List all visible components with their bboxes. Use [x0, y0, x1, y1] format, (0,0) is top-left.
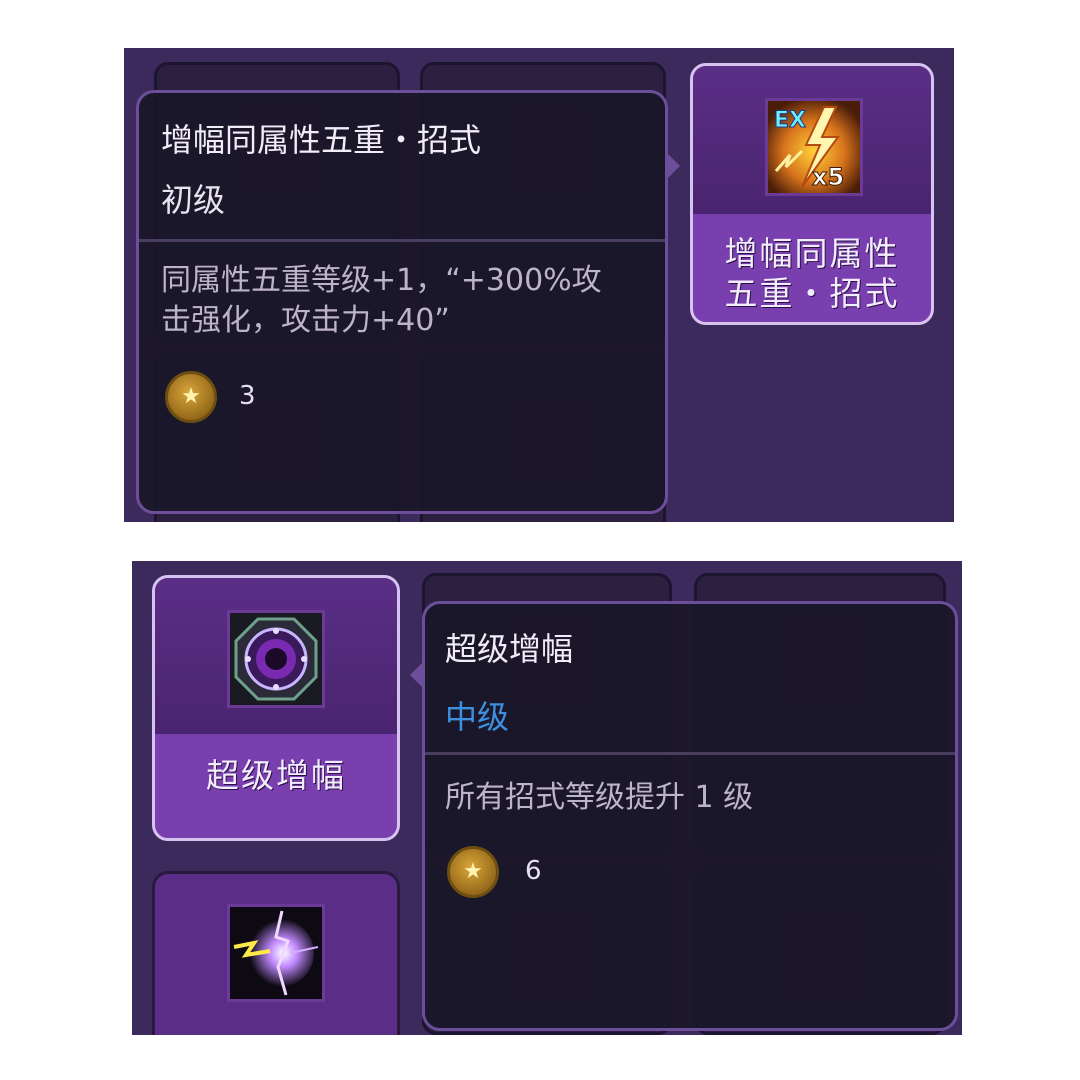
tooltip-cost: 6	[525, 856, 542, 886]
tooltip-level: 中级	[445, 698, 510, 736]
tooltip-divider	[425, 752, 955, 755]
skill-card-label-line2: 五重・招式	[724, 274, 900, 313]
tooltip-pointer	[666, 152, 680, 180]
skill-panel-top: EX x5 增幅同属性 五重・招式 增幅同属性五重・招式 初级 同属性五重等级+…	[124, 48, 954, 522]
selected-skill-card[interactable]: EX x5 增幅同属性 五重・招式	[690, 63, 934, 325]
tooltip-level: 初级	[161, 181, 226, 219]
purple-orb-icon	[230, 613, 322, 705]
stack-badge: x5	[812, 163, 844, 191]
skill-card-label: 超级增幅	[206, 756, 346, 795]
tooltip-description-line2: 击强化，攻击力+40”	[161, 303, 450, 338]
skill-card[interactable]	[152, 871, 400, 1035]
skill-tooltip: 增幅同属性五重・招式 初级 同属性五重等级+1，“+300%攻 击强化，攻击力+…	[136, 90, 668, 514]
skill-icon-frame	[227, 610, 325, 708]
lightning-strike-icon	[230, 907, 322, 999]
selected-skill-card[interactable]: 超级增幅	[152, 575, 400, 841]
tooltip-description: 所有招式等级提升 1 级	[445, 780, 754, 815]
skill-panel-bottom: 超级增幅 超级增幅 中级 所有招式等级提升 1 级 ★ 6	[132, 561, 962, 1035]
star-coin-icon: ★	[165, 371, 217, 423]
skill-icon-frame: EX x5	[765, 98, 863, 196]
ex-lightning-x5-icon: EX x5	[768, 101, 860, 193]
ex-badge: EX	[774, 108, 806, 133]
skill-icon-frame	[227, 904, 325, 1002]
tooltip-cost: 3	[239, 381, 256, 411]
star-coin-icon: ★	[447, 846, 499, 898]
tooltip-description-line1: 同属性五重等级+1，“+300%攻	[161, 263, 602, 298]
tooltip-divider	[139, 239, 665, 242]
skill-tooltip: 超级增幅 中级 所有招式等级提升 1 级 ★ 6	[422, 601, 958, 1031]
skill-card-label-line1: 增幅同属性	[724, 234, 900, 273]
tooltip-title: 超级增幅	[445, 630, 574, 668]
tooltip-title: 增幅同属性五重・招式	[161, 121, 482, 159]
